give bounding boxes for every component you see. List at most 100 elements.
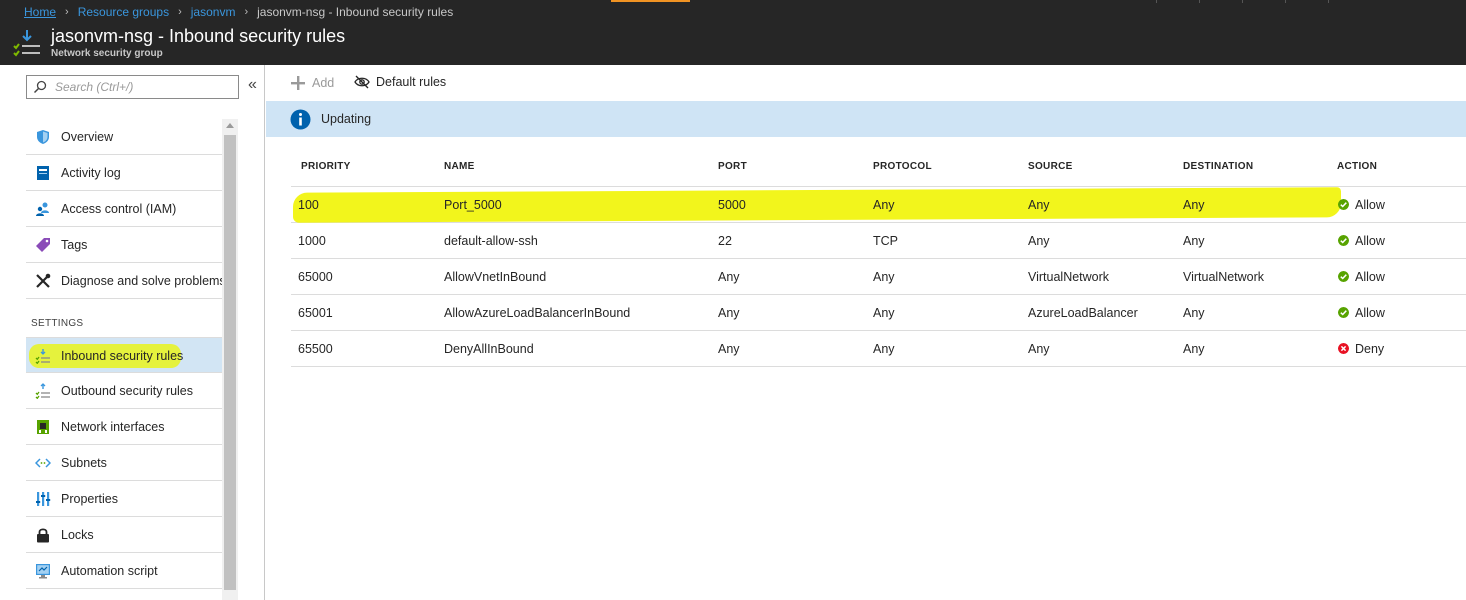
column-header-action[interactable]: ACTION [1337,161,1377,172]
menu-item-label: Access control (IAM) [61,202,177,216]
menu-item-label: Subnets [61,456,107,470]
header-divider [1199,0,1200,3]
plus-icon [291,76,305,90]
security-rules-table: PRIORITY NAME PORT PROTOCOL SOURCE DESTI… [291,150,1466,367]
column-header-protocol[interactable]: PROTOCOL [873,161,932,172]
cell-port: Any [718,342,740,356]
menu-scrollbar[interactable] [222,119,238,600]
resource-menu: « Overview Activity log Access [0,65,265,600]
allow-check-icon [1338,199,1349,210]
scroll-up-arrow-icon[interactable] [226,123,234,128]
search-box[interactable] [26,75,239,99]
breadcrumb: Home › Resource groups › jasonvm › jason… [24,5,453,19]
column-header-source[interactable]: SOURCE [1028,161,1073,172]
menu-item-label: Diagnose and solve problems [61,274,226,288]
allow-check-icon [1338,271,1349,282]
wrench-icon [36,273,51,288]
cell-action: Allow [1355,234,1385,248]
table-row[interactable]: 65001 AllowAzureLoadBalancerInBound Any … [291,295,1466,331]
column-header-priority[interactable]: PRIORITY [301,161,351,172]
page-title: jasonvm-nsg - Inbound security rules [51,26,346,46]
breadcrumb-resource-groups-link[interactable]: Resource groups [78,5,169,19]
cell-protocol: Any [873,270,895,284]
menu-list: Overview Activity log Access control (IA… [26,119,226,589]
menu-item-label: Outbound security rules [61,384,194,398]
cell-priority: 100 [298,198,319,212]
chevron-right-icon: › [65,6,69,18]
menu-item-label: Locks [61,528,94,542]
table-header-row: PRIORITY NAME PORT PROTOCOL SOURCE DESTI… [291,150,1466,187]
cell-protocol: Any [873,306,895,320]
table-row[interactable]: 65000 AllowVnetInBound Any Any VirtualNe… [291,259,1466,295]
lock-icon [37,528,49,543]
settings-section-header: SETTINGS [26,299,222,337]
subnets-icon [35,458,51,468]
menu-item-automation-script[interactable]: Automation script [26,553,222,589]
cell-priority: 1000 [298,234,326,248]
cell-name: AllowAzureLoadBalancerInBound [444,306,631,320]
menu-item-inbound-security-rules[interactable]: Inbound security rules [26,337,222,373]
allow-check-icon [1338,235,1349,246]
cell-name: default-allow-ssh [444,234,538,248]
header-divider [1328,0,1329,3]
page-subtitle: Network security group [51,48,163,59]
add-button-label: Add [312,76,335,90]
column-header-port[interactable]: PORT [718,161,747,172]
cell-source: VirtualNetwork [1028,270,1110,284]
default-rules-button[interactable]: Default rules [354,75,446,89]
table-row[interactable]: 100 Port_5000 5000 Any Any Any Allow [291,187,1466,223]
cell-port: Any [718,270,740,284]
automation-script-icon [36,564,50,579]
menu-item-label: Inbound security rules [61,349,184,363]
top-header: Home › Resource groups › jasonvm › jason… [0,0,1466,65]
add-button[interactable]: Add [290,75,334,91]
column-header-name[interactable]: NAME [444,161,475,172]
active-tab-accent [611,0,690,2]
menu-item-properties[interactable]: Properties [26,481,222,517]
breadcrumb-vm-link[interactable]: jasonvm [191,5,236,19]
collapse-menu-button[interactable]: « [248,77,257,93]
menu-item-network-interfaces[interactable]: Network interfaces [26,409,222,445]
menu-item-label: Properties [61,492,118,506]
cell-source: Any [1028,198,1050,212]
breadcrumb-current: jasonvm-nsg - Inbound security rules [257,5,454,19]
cell-name: DenyAllInBound [444,342,534,356]
header-divider [1242,0,1243,3]
command-bar: Add Default rules [266,65,1466,101]
table-row[interactable]: 1000 default-allow-ssh 22 TCP Any Any Al… [291,223,1466,259]
cell-source: Any [1028,234,1050,248]
cell-port: Any [718,306,740,320]
scrollbar-thumb[interactable] [224,135,236,590]
menu-item-label: Tags [61,238,88,252]
cell-priority: 65500 [298,342,333,356]
users-icon [36,202,49,216]
properties-icon [36,492,51,506]
menu-item-activity-log[interactable]: Activity log [26,155,222,191]
menu-item-subnets[interactable]: Subnets [26,445,222,481]
inbound-rules-icon [35,349,50,364]
cell-action: Allow [1355,198,1385,212]
menu-item-overview[interactable]: Overview [26,119,222,155]
settings-section-label: SETTINGS [31,318,84,329]
cell-name: AllowVnetInBound [444,270,547,284]
menu-item-access-control[interactable]: Access control (IAM) [26,191,222,227]
status-banner: Updating [266,101,1466,137]
search-icon [33,80,47,94]
menu-item-diagnose[interactable]: Diagnose and solve problems [26,263,226,299]
search-input[interactable] [55,78,235,96]
eye-hidden-icon [354,75,370,89]
status-banner-text: Updating [321,112,372,126]
column-header-destination[interactable]: DESTINATION [1183,161,1253,172]
menu-item-locks[interactable]: Locks [26,517,222,553]
menu-item-outbound-security-rules[interactable]: Outbound security rules [26,373,222,409]
network-interface-icon [37,420,49,434]
allow-check-icon [1338,307,1349,318]
cell-priority: 65001 [298,306,333,320]
cell-destination: Any [1183,342,1205,356]
cell-destination: VirtualNetwork [1183,270,1265,284]
outbound-rules-icon [35,383,50,399]
breadcrumb-home-link[interactable]: Home [24,5,56,19]
menu-item-tags[interactable]: Tags [26,227,222,263]
table-row[interactable]: 65500 DenyAllInBound Any Any Any Any Den… [291,331,1466,367]
cell-name: Port_5000 [444,198,502,212]
